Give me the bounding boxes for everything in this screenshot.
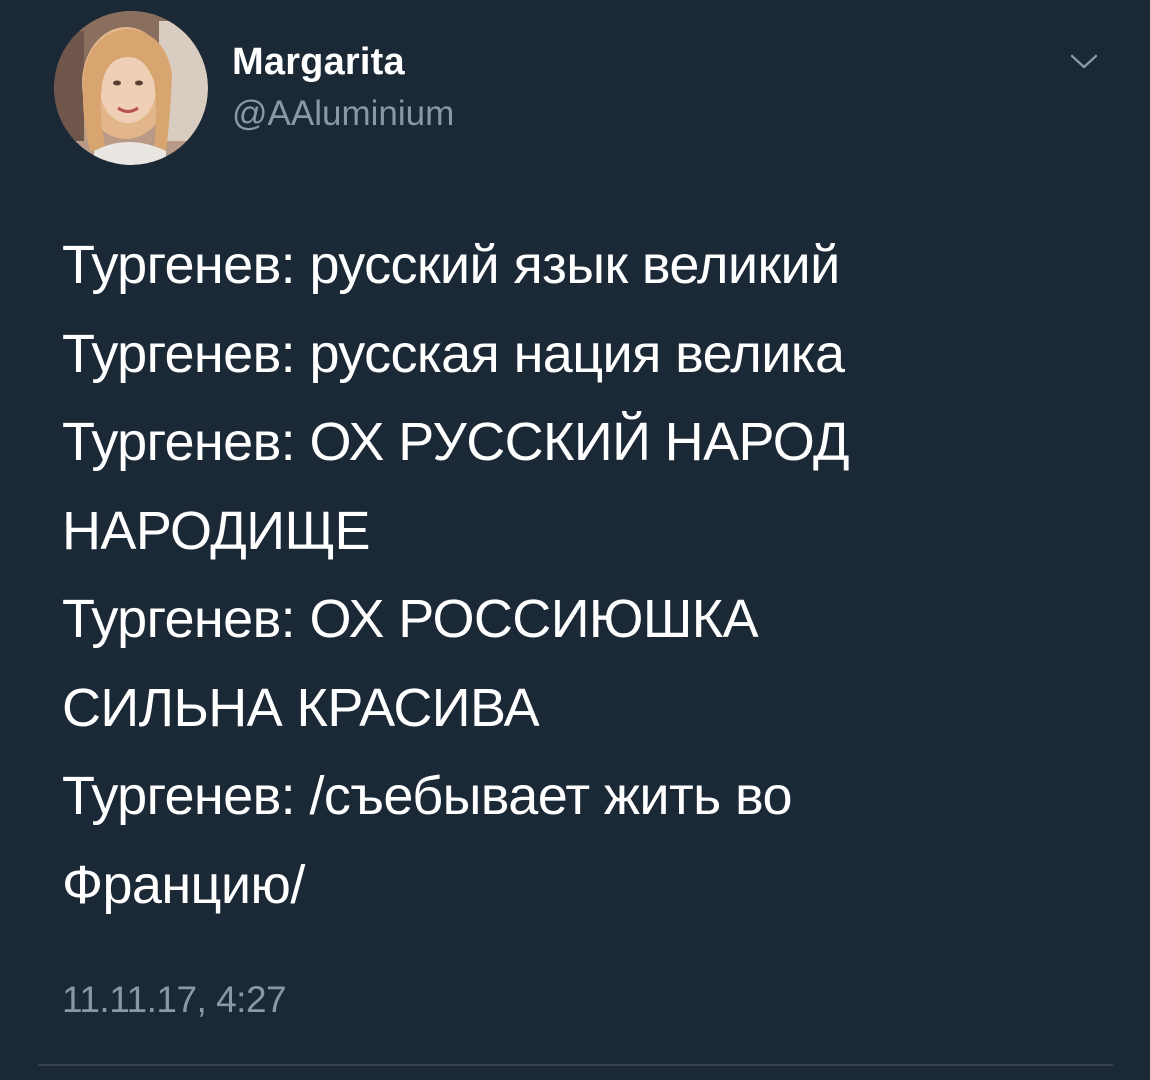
tweet-text-line: Тургенев: русская нация велика — [62, 323, 845, 384]
tweet-text-line: Тургенев: ОХ РУССКИЙ НАРОД — [62, 412, 850, 472]
author-handle[interactable]: @AAluminium — [232, 92, 454, 136]
tweet-text-line: Тургенев: ОХ РОССИЮШКА — [62, 589, 759, 649]
tweet-text-line: СИЛЬНА КРАСИВА — [62, 677, 540, 738]
tweet-text-line: Францию/ — [62, 854, 305, 915]
tweet-text: Тургенев: русский язык великий Тургенев:… — [62, 221, 1102, 929]
avatar-image — [54, 11, 208, 165]
avatar[interactable] — [54, 11, 208, 165]
tweet-card: Margarita @AAluminium Тургенев: русский … — [0, 0, 1150, 1080]
tweet-text-line: Тургенев: /съебывает жить во — [62, 766, 793, 826]
tweet-menu-button[interactable] — [1064, 46, 1104, 76]
tweet-text-line: Тургенев: русский язык великий — [62, 235, 840, 295]
divider — [38, 1064, 1113, 1066]
tweet-timestamp[interactable]: 11.11.17, 4:27 — [62, 978, 287, 1022]
author-display-name[interactable]: Margarita — [232, 40, 405, 84]
chevron-down-icon — [1070, 54, 1098, 69]
tweet-text-line: НАРОДИЩЕ — [62, 500, 370, 561]
